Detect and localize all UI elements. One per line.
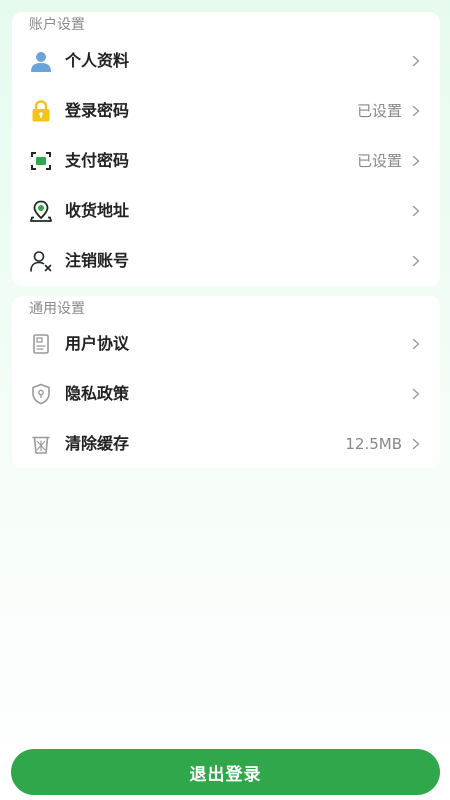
row-user-agreement[interactable]: 用户协议 — [12, 319, 440, 369]
logout-button[interactable]: 退出登录 — [11, 749, 440, 795]
chevron-right-icon — [412, 338, 420, 350]
row-label: 注销账号 — [65, 251, 130, 270]
row-label: 用户协议 — [65, 334, 130, 353]
section-title-account: 账户设置 — [29, 17, 85, 33]
chevron-right-icon — [412, 55, 420, 67]
chevron-right-icon — [412, 155, 420, 167]
row-label: 清除缓存 — [65, 434, 130, 453]
row-clear-cache[interactable]: 清除缓存 12.5MB — [12, 419, 440, 469]
chevron-right-icon — [412, 205, 420, 217]
profile-icon — [31, 52, 51, 72]
row-label: 登录密码 — [65, 101, 130, 120]
row-profile[interactable]: 个人资料 — [12, 36, 440, 86]
row-label: 收货地址 — [65, 201, 130, 220]
row-value: 已设置 — [356, 152, 402, 170]
row-delete-account[interactable]: 注销账号 — [12, 236, 440, 286]
chevron-right-icon — [412, 438, 420, 450]
location-pin-icon — [30, 200, 52, 222]
row-privacy-policy[interactable]: 隐私政策 — [12, 369, 440, 419]
account-settings-card: 账户设置 个人资料 登录密码 已设置 支付密码 已设置 收货地址 注销账号 — [12, 12, 440, 286]
section-title-general: 通用设置 — [29, 301, 85, 317]
chevron-right-icon — [412, 388, 420, 400]
document-icon — [33, 334, 49, 354]
general-settings-card: 通用设置 用户协议 隐私政策 清除缓存 12.5MB — [12, 296, 440, 468]
row-label: 个人资料 — [65, 51, 130, 70]
chevron-right-icon — [412, 255, 420, 267]
cache-size-value: 12.5MB — [345, 435, 402, 453]
shield-icon — [32, 383, 50, 405]
trash-icon — [32, 436, 50, 454]
row-login-password[interactable]: 登录密码 已设置 — [12, 86, 440, 136]
row-label: 隐私政策 — [65, 384, 130, 403]
row-payment-password[interactable]: 支付密码 已设置 — [12, 136, 440, 186]
chevron-right-icon — [412, 105, 420, 117]
lock-icon — [32, 100, 50, 122]
row-label: 支付密码 — [65, 151, 130, 170]
row-value: 已设置 — [356, 102, 402, 120]
row-shipping-address[interactable]: 收货地址 — [12, 186, 440, 236]
user-remove-icon — [30, 251, 52, 272]
scan-frame-icon — [31, 152, 51, 170]
